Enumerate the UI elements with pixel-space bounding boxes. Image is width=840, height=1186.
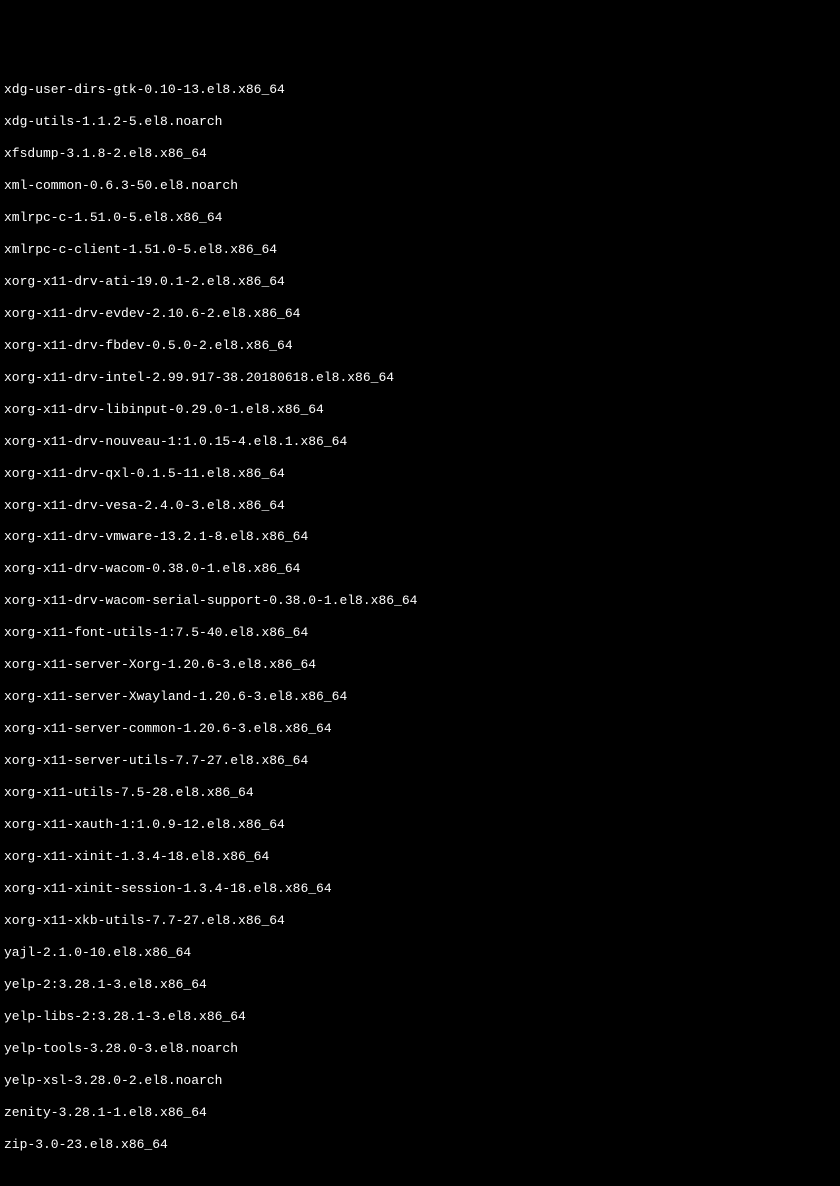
package-line: xorg-x11-font-utils-1:7.5-40.el8.x86_64 [4, 625, 836, 641]
package-line: xorg-x11-server-utils-7.7-27.el8.x86_64 [4, 753, 836, 769]
package-line: xorg-x11-drv-wacom-serial-support-0.38.0… [4, 593, 836, 609]
package-line: yelp-tools-3.28.0-3.el8.noarch [4, 1041, 836, 1057]
package-line: zenity-3.28.1-1.el8.x86_64 [4, 1105, 836, 1121]
package-line: xorg-x11-drv-ati-19.0.1-2.el8.x86_64 [4, 274, 836, 290]
package-line: yelp-xsl-3.28.0-2.el8.noarch [4, 1073, 836, 1089]
package-line: xorg-x11-drv-qxl-0.1.5-11.el8.x86_64 [4, 466, 836, 482]
package-line: zip-3.0-23.el8.x86_64 [4, 1137, 836, 1153]
package-line: yajl-2.1.0-10.el8.x86_64 [4, 945, 836, 961]
package-line: xorg-x11-xinit-1.3.4-18.el8.x86_64 [4, 849, 836, 865]
package-line: xmlrpc-c-1.51.0-5.el8.x86_64 [4, 210, 836, 226]
package-line: xorg-x11-drv-nouveau-1:1.0.15-4.el8.1.x8… [4, 434, 836, 450]
package-line: yelp-libs-2:3.28.1-3.el8.x86_64 [4, 1009, 836, 1025]
blank-line [4, 1169, 836, 1185]
package-line: yelp-2:3.28.1-3.el8.x86_64 [4, 977, 836, 993]
package-line: xml-common-0.6.3-50.el8.noarch [4, 178, 836, 194]
package-line: xdg-utils-1.1.2-5.el8.noarch [4, 114, 836, 130]
package-line: xorg-x11-drv-vmware-13.2.1-8.el8.x86_64 [4, 529, 836, 545]
package-line: xfsdump-3.1.8-2.el8.x86_64 [4, 146, 836, 162]
package-line: xorg-x11-server-common-1.20.6-3.el8.x86_… [4, 721, 836, 737]
package-line: xorg-x11-xinit-session-1.3.4-18.el8.x86_… [4, 881, 836, 897]
package-line: xorg-x11-xkb-utils-7.7-27.el8.x86_64 [4, 913, 836, 929]
package-line: xorg-x11-xauth-1:1.0.9-12.el8.x86_64 [4, 817, 836, 833]
package-line: xorg-x11-utils-7.5-28.el8.x86_64 [4, 785, 836, 801]
package-line: xorg-x11-drv-vesa-2.4.0-3.el8.x86_64 [4, 498, 836, 514]
package-line: xorg-x11-drv-evdev-2.10.6-2.el8.x86_64 [4, 306, 836, 322]
package-line: xdg-user-dirs-gtk-0.10-13.el8.x86_64 [4, 82, 836, 98]
package-line: xorg-x11-drv-libinput-0.29.0-1.el8.x86_6… [4, 402, 836, 418]
package-line: xorg-x11-drv-wacom-0.38.0-1.el8.x86_64 [4, 561, 836, 577]
terminal-output[interactable]: xdg-user-dirs-gtk-0.10-13.el8.x86_64 xdg… [4, 66, 836, 1186]
package-line: xorg-x11-drv-intel-2.99.917-38.20180618.… [4, 370, 836, 386]
package-line: xorg-x11-server-Xorg-1.20.6-3.el8.x86_64 [4, 657, 836, 673]
package-line: xorg-x11-server-Xwayland-1.20.6-3.el8.x8… [4, 689, 836, 705]
package-line: xorg-x11-drv-fbdev-0.5.0-2.el8.x86_64 [4, 338, 836, 354]
package-line: xmlrpc-c-client-1.51.0-5.el8.x86_64 [4, 242, 836, 258]
